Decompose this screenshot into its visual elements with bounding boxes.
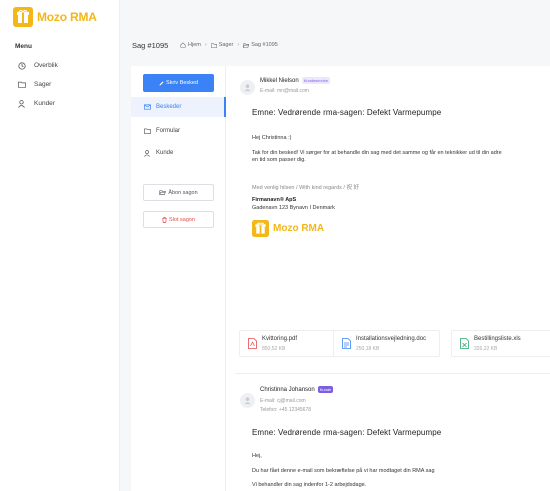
message-thread: Mikkel Nielson Kundeservice E-mail: mn@m…	[227, 66, 550, 491]
sidebar-item-label: Kunder	[34, 100, 55, 107]
user-avatar-icon	[244, 397, 251, 405]
signature-logo: Mozo RMA	[252, 220, 324, 237]
sender-phone: Telefon: +45 12345678	[260, 407, 312, 413]
sidebar-item-label: Overblik	[34, 62, 58, 69]
signature-logo-text: Mozo RMA	[273, 223, 325, 234]
sidebar-item-kunder[interactable]: Kunder	[17, 99, 55, 108]
folder-icon	[144, 128, 151, 135]
tab-label: Beskeder	[156, 104, 182, 110]
message-body-line: en tid som passer dig.	[252, 157, 306, 163]
message-subject: Emne: Vedrørende rma-sagen: Defekt Varme…	[252, 108, 442, 117]
close-case-label: Slot sagon	[169, 216, 195, 223]
folder-icon	[210, 42, 217, 48]
sidebar: Mozo RMA Menu Overblik Sager Kunder	[0, 0, 120, 491]
role-badge: Kundeservice	[301, 77, 330, 84]
user-icon	[144, 149, 151, 157]
user-avatar-icon	[244, 84, 251, 92]
mail-icon	[144, 103, 151, 111]
breadcrumb-current: Sag #1095	[243, 42, 278, 48]
case-nav: Skriv Besked Beskeder Formular Kunde Åbo…	[131, 66, 226, 491]
avatar	[240, 393, 255, 408]
message-subject: Emne: Vedrørende rma-sagen: Defekt Varme…	[252, 428, 442, 437]
open-case-label: Åbon sagon	[168, 189, 198, 196]
tab-beskeder[interactable]: Beskeder	[131, 97, 226, 117]
topbar: Sag #1095 Hjem › Sager › Sag #1095	[120, 0, 550, 58]
breadcrumb-label: Sager	[218, 42, 234, 48]
xls-file-icon	[460, 338, 469, 349]
tab-kunde[interactable]: Kunde	[131, 143, 226, 163]
role-badge: Kunde	[317, 386, 334, 393]
attachment-size: 850,52 KB	[262, 346, 286, 352]
home-icon	[180, 42, 186, 48]
trash-icon	[162, 216, 167, 223]
logo-mark-icon	[252, 220, 269, 237]
user-icon	[17, 99, 26, 108]
tab-label: Formular	[156, 128, 181, 134]
message-sender: Mikkel Nielson Kundeservice	[260, 77, 330, 84]
sender-email: E-mail: mn@mail.com	[260, 88, 309, 94]
signature-address: Gadenavn 123 Bynavn I Denmark	[252, 205, 335, 211]
case-content: Skriv Besked Beskeder Formular Kunde Åbo…	[131, 66, 550, 491]
folder-icon	[17, 80, 26, 89]
open-case-button[interactable]: Åbon sagon	[143, 184, 214, 201]
sidebar-item-overblik[interactable]: Overblik	[17, 61, 58, 70]
app-name: Mozo RMA	[37, 10, 97, 24]
message-greeting: Hej,	[252, 453, 262, 459]
app-logo[interactable]: Mozo RMA	[13, 7, 97, 27]
close-case-button[interactable]: Slot sagon	[143, 211, 214, 228]
logo-mark-icon	[13, 7, 33, 27]
message-sender: Christinna Johanson Kunde	[260, 386, 334, 393]
attachment-pdf[interactable]: Kvittoring.pdf 850,52 KB	[239, 330, 346, 357]
pdf-file-icon	[248, 338, 257, 349]
attachment-size: 250,18 KB	[356, 346, 380, 352]
message-divider	[235, 373, 550, 374]
page-title: Sag #1095	[132, 41, 169, 50]
pencil-icon	[159, 80, 164, 86]
sidebar-item-sager[interactable]: Sager	[17, 80, 51, 89]
write-message-button[interactable]: Skriv Besked	[143, 74, 214, 92]
sender-name: Christinna Johanson	[260, 386, 315, 393]
sender-email: E-mail: cj@mail.com	[260, 398, 306, 404]
doc-file-icon	[342, 338, 351, 349]
breadcrumb-separator: ›	[237, 42, 240, 48]
breadcrumb-home[interactable]: Hjem	[180, 42, 201, 48]
attachment-name: Bestillingsliste.xls	[474, 336, 521, 342]
attachment-doc[interactable]: Installationsvejledning.doc 250,18 KB	[333, 330, 440, 357]
attachment-xls[interactable]: Bestillingsliste.xls 326,22 KB	[451, 330, 550, 357]
breadcrumb: Hjem › Sager › Sag #1095	[180, 42, 278, 48]
signature-company: Firmanavn® ApS	[252, 197, 297, 203]
avatar	[240, 80, 255, 95]
attachment-name: Kvittoring.pdf	[262, 336, 298, 342]
breadcrumb-separator: ›	[204, 42, 207, 48]
attachment-size: 326,22 KB	[474, 346, 498, 352]
breadcrumb-label: Hjem	[188, 42, 201, 48]
tab-label: Kunde	[156, 150, 174, 156]
sender-name: Mikkel Nielson	[260, 77, 299, 84]
message-body-line: Vi behandler din sag indenfor 1-2 arbejd…	[252, 482, 367, 488]
menu-title: Menu	[15, 43, 32, 50]
message-body-line: Du har fået denne e-mail som bekræftelse…	[252, 468, 435, 474]
attachment-name: Installationsvejledning.doc	[356, 336, 427, 342]
write-message-label: Skriv Besked	[165, 80, 199, 86]
tab-formular[interactable]: Formular	[131, 121, 226, 141]
breadcrumb-sager[interactable]: Sager	[210, 42, 234, 48]
breadcrumb-label: Sag #1095	[251, 42, 278, 48]
folder-open-icon	[243, 42, 250, 48]
folder-open-icon	[159, 190, 167, 195]
sidebar-item-label: Sager	[34, 81, 52, 88]
message-greeting: Hej Christinna :)	[252, 135, 292, 141]
signature-signoff: Med venlig hilsen / With kind regards / …	[252, 185, 359, 191]
clock-icon	[17, 61, 26, 70]
